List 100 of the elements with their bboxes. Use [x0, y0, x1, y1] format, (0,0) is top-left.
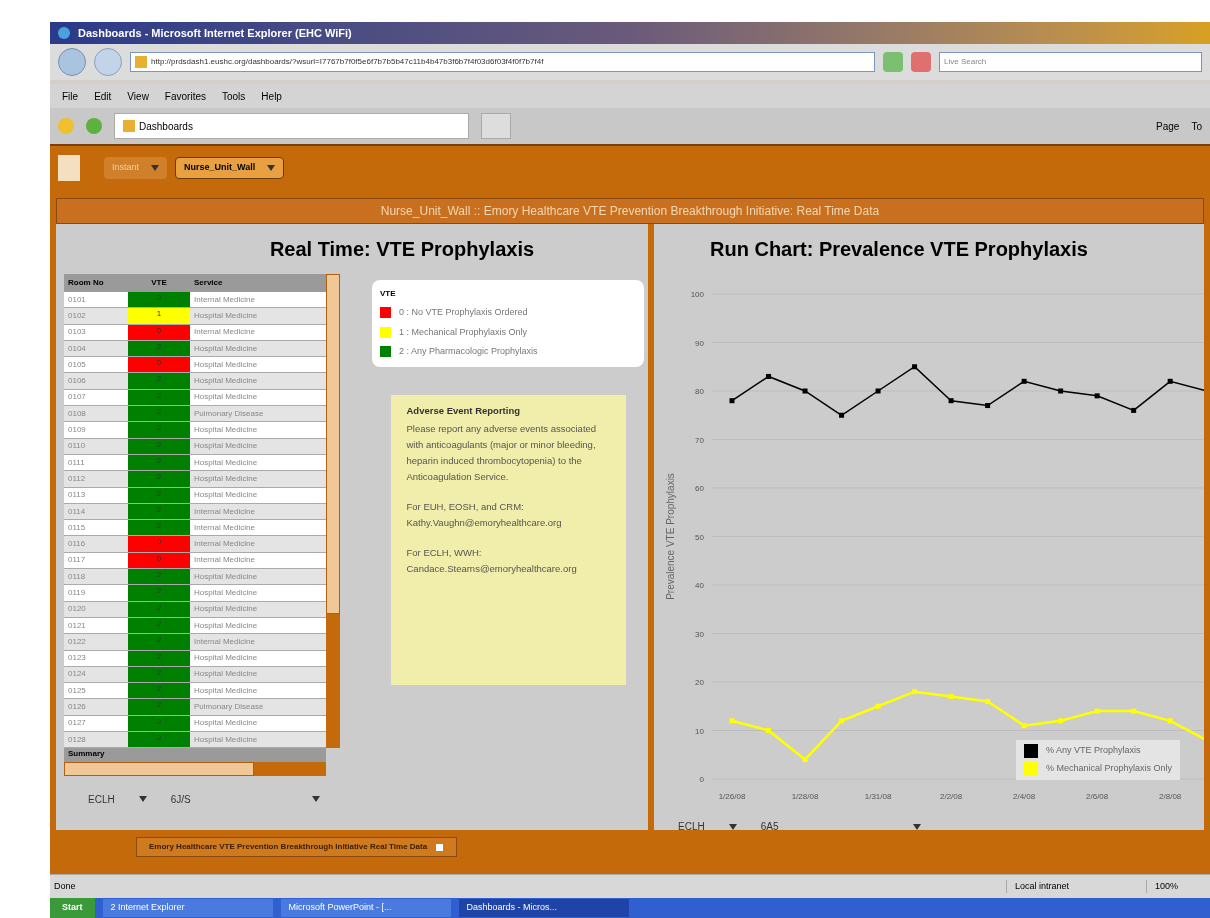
table-cell-text: 0109: [67, 424, 87, 436]
table-cell-text: 0121: [67, 619, 87, 632]
y-tick-label: 50: [695, 532, 704, 542]
command-button[interactable]: Page: [1156, 118, 1180, 134]
data-point: [729, 718, 735, 724]
vte-cell: 2: [128, 471, 190, 487]
vte-cell: 2: [128, 585, 190, 601]
data-point: [912, 689, 918, 695]
vte-cell: 2: [128, 634, 190, 650]
menu-item[interactable]: View: [127, 88, 149, 104]
forward-button[interactable]: [94, 48, 122, 76]
data-point: [875, 703, 881, 709]
scrollbar[interactable]: [326, 274, 340, 749]
table-cell-text: Hospital Medicine: [193, 440, 259, 453]
data-point: [802, 757, 808, 763]
vte-cell: 2: [128, 422, 190, 438]
note-text: For EUH, EOSH, and CRM: Kathy.Vaughn@emoryhealthcare.org: [406, 499, 563, 530]
browser-tab[interactable]: Dashboards: [114, 113, 469, 139]
table-cell-text: Hospital Medicine: [193, 309, 259, 322]
data-point: [766, 728, 771, 733]
caret-icon: [151, 165, 160, 171]
zone-indicator: Local intranet: [1006, 879, 1146, 894]
data-point: [839, 412, 845, 418]
address-field[interactable]: http://prdsdash1.eushc.org/dashboards/?wsurl=I7767b7f0f5e6f7b7b5b47c11b4b47b3f6b7f4f03d6f03f4f0f7b7f4f: [130, 52, 875, 72]
legend-label: 2 : Any Pharmacologic Prophylaxis: [399, 345, 538, 358]
taskbar-button[interactable]: Microsoft PowerPoint - [...: [280, 899, 451, 917]
page-icon: [123, 120, 135, 132]
menu-item[interactable]: File: [62, 88, 79, 104]
column-header[interactable]: Room No: [64, 277, 128, 289]
table-cell-text: Hospital Medicine: [193, 684, 259, 697]
x-tick-label: 2/8/08: [1159, 792, 1182, 801]
filter-dropdown[interactable]: 6J/S: [170, 791, 320, 807]
menu-item[interactable]: Edit: [94, 88, 112, 104]
table-cell-text: 0110: [67, 440, 87, 453]
status-text: Done: [54, 879, 77, 893]
legend-title: VTE: [380, 288, 397, 300]
horizontal-scrollbar[interactable]: [64, 762, 326, 777]
back-button[interactable]: [58, 48, 86, 76]
menu-item[interactable]: Tools: [222, 88, 246, 104]
table-cell-text: 0122: [67, 635, 87, 648]
y-tick-label: 100: [690, 290, 704, 299]
table-cell-text: 0117: [67, 554, 87, 567]
y-tick-label: 60: [695, 484, 704, 493]
dashboard-tab[interactable]: Emory Healthcare VTE Prevention Breakthrough Initiative Real Time Data: [136, 837, 458, 857]
column-header[interactable]: VTE: [128, 277, 190, 289]
table-cell-text: 0113: [67, 489, 87, 502]
caret-icon: [138, 796, 147, 803]
vte-cell: 2: [128, 406, 190, 422]
panel-header: Nurse_Unit_Wall :: Emory Healthcare VTE Prevention Breakthrough Initiative: Real Time Data: [56, 198, 1204, 224]
summary-row: Summary: [64, 748, 326, 763]
table-cell-text: Internal Medicine: [193, 554, 256, 567]
data-point: [802, 388, 808, 394]
command-button[interactable]: To: [1191, 118, 1202, 134]
data-point: [766, 373, 771, 379]
table-cell-text: 0112: [67, 472, 87, 485]
table-cell-text: Hospital Medicine: [193, 342, 259, 355]
table-cell-text: 0102: [67, 309, 87, 322]
table-cell-text: Hospital Medicine: [193, 375, 259, 388]
x-tick-label: 2/4/08: [1013, 792, 1036, 801]
vte-cell: 2: [128, 683, 190, 699]
data-point: [1021, 378, 1027, 384]
vte-cell: 0: [128, 536, 190, 552]
stop-button[interactable]: [911, 52, 931, 72]
legend-label: % Any VTE Prophylaxis: [1046, 744, 1141, 758]
filter-dropdown[interactable]: ECLH: [88, 791, 147, 807]
table-cell-text: 0115: [67, 521, 87, 534]
table-cell-text: 0119: [67, 587, 87, 599]
table-cell-text: 0107: [67, 391, 87, 404]
filter-dropdown[interactable]: ECLH: [678, 819, 737, 830]
table-cell-text: Hospital Medicine: [193, 391, 259, 404]
menu-item[interactable]: Favorites: [164, 88, 206, 104]
taskbar-button[interactable]: Dashboards - Micros...: [458, 899, 629, 917]
table-cell-text: 0120: [67, 603, 87, 616]
legend-label: 0 : No VTE Prophylaxis Ordered: [399, 306, 528, 319]
new-tab-button[interactable]: [481, 113, 511, 139]
data-point: [985, 698, 991, 704]
zoom-level: 100%: [1146, 879, 1206, 894]
data-point: [1021, 723, 1027, 729]
data-point: [1167, 718, 1173, 724]
vte-cell: 2: [128, 569, 190, 585]
y-tick-label: 20: [695, 678, 704, 687]
data-point: [1131, 708, 1137, 714]
x-tick-label: 1/31/08: [864, 792, 892, 801]
filter-dropdown[interactable]: 6A5: [760, 819, 921, 830]
table-cell-text: Internal Medicine: [193, 538, 256, 551]
page-icon: [135, 56, 147, 68]
search-field[interactable]: Live Search: [939, 52, 1202, 72]
table-cell-text: 0127: [67, 717, 87, 730]
menu-item[interactable]: Help: [261, 88, 282, 104]
go-button[interactable]: [883, 52, 903, 72]
vte-cell: 2: [128, 699, 190, 715]
legend-label: % Mechanical Prophylaxis Only: [1046, 762, 1173, 776]
dashboard-dropdown[interactable]: Nurse_Unit_Wall: [175, 157, 285, 179]
start-button[interactable]: Start: [50, 898, 95, 918]
taskbar-button[interactable]: 2 Internet Explorer: [102, 899, 273, 917]
x-tick-label: 1/28/08: [791, 792, 819, 801]
column-header[interactable]: Service: [190, 277, 326, 289]
note-title: Adverse Event Reporting: [406, 403, 521, 418]
table-cell-text: Hospital Medicine: [193, 587, 259, 599]
table-cell-text: 0124: [67, 668, 87, 681]
